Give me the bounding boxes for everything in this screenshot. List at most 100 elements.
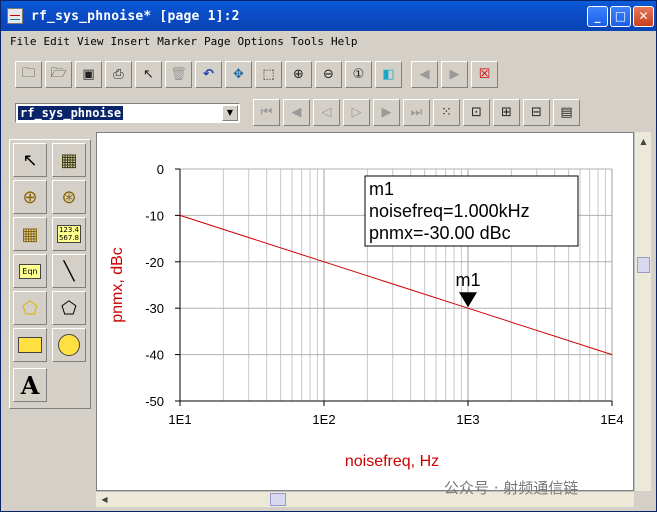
- menu-page[interactable]: Page: [204, 35, 231, 48]
- palette-polar[interactable]: ⊕: [13, 180, 47, 214]
- pointer-icon: ↖: [143, 67, 154, 82]
- palette-text[interactable]: A: [13, 368, 47, 402]
- pointer-icon: ↖: [22, 149, 38, 171]
- title-bar[interactable]: rf_sys_phnoise* [page 1]:2 _ □ ✕: [1, 1, 656, 31]
- scroll-up-icon[interactable]: ▲: [636, 134, 651, 149]
- y-tick-label: -30: [145, 301, 164, 316]
- horizontal-scroll-thumb[interactable]: [270, 493, 286, 506]
- first-icon: ⏮: [260, 105, 273, 120]
- zoom-minus-button[interactable]: ⊟: [523, 99, 550, 126]
- zoom-plus-button[interactable]: ⊞: [493, 99, 520, 126]
- prev-page-button[interactable]: ◀: [411, 61, 438, 88]
- x-tick-label: 1E2: [312, 412, 335, 427]
- menu-bar: File Edit View Insert Marker Page Option…: [1, 32, 656, 51]
- palette-ellipse[interactable]: [52, 328, 86, 362]
- scatter-button[interactable]: ⁙: [433, 99, 460, 126]
- zoom-1-button[interactable]: ①: [345, 61, 372, 88]
- minimize-button[interactable]: _: [587, 6, 608, 27]
- menu-edit[interactable]: Edit: [44, 35, 71, 48]
- grid-icon: ▦: [60, 149, 78, 171]
- palette-rect-plot[interactable]: ▦: [52, 143, 86, 177]
- palette-list[interactable]: ▦: [13, 217, 47, 251]
- menu-marker[interactable]: Marker: [157, 35, 197, 48]
- palette-smith[interactable]: ⊛: [52, 180, 86, 214]
- rectangle-icon: [18, 337, 42, 353]
- palette-rectangle[interactable]: [13, 328, 47, 362]
- new-file-button[interactable]: 🗀: [15, 61, 42, 88]
- text-icon: A: [20, 370, 40, 400]
- palette-line[interactable]: ╲: [52, 254, 86, 288]
- x-axis-title: noisefreq, Hz: [345, 453, 439, 470]
- scatter-icon: ⁙: [441, 105, 452, 120]
- palette-table[interactable]: 123.4 567.8: [52, 217, 86, 251]
- next-page-button[interactable]: ▶: [441, 61, 468, 88]
- left-arrow-icon: ◀: [419, 67, 430, 82]
- step-forward-button[interactable]: ▷: [343, 99, 370, 126]
- maximize-button[interactable]: □: [610, 6, 631, 27]
- menu-file[interactable]: File: [10, 35, 37, 48]
- zoom-1-icon: ①: [352, 67, 365, 82]
- zoom-box-icon: ⊡: [471, 105, 482, 120]
- polyline-icon: ⬠: [22, 297, 38, 319]
- marker-readout-line-2: noisefreq=1.000kHz: [369, 201, 530, 221]
- chevron-down-icon[interactable]: ▼: [222, 105, 238, 121]
- menu-tools[interactable]: Tools: [291, 35, 324, 48]
- step-forward-icon: ▷: [351, 105, 362, 120]
- folder-icon: 🗀: [21, 65, 35, 81]
- plot-canvas[interactable]: 0 -10 -20 -30 -40 -50 1E1 1E2 1E3 1E4 m1 noisefre…: [96, 132, 634, 491]
- zoom-in-icon: ⊕: [293, 67, 304, 82]
- palette-polyline[interactable]: ⬠: [13, 291, 47, 325]
- window-button[interactable]: ◧: [375, 61, 402, 88]
- move-icon: ✥: [233, 67, 244, 82]
- print-button[interactable]: ⎙: [105, 61, 132, 88]
- stop-button[interactable]: ☒: [471, 61, 498, 88]
- next-marker-button[interactable]: ▶: [373, 99, 400, 126]
- list-icon: ▦: [21, 223, 39, 245]
- phase-noise-plot[interactable]: 0 -10 -20 -30 -40 -50 1E1 1E2 1E3 1E4 m1 noisefre…: [97, 133, 635, 492]
- menu-insert[interactable]: Insert: [111, 35, 151, 48]
- palette-polygon[interactable]: ⬠: [52, 291, 86, 325]
- menu-options[interactable]: Options: [238, 35, 284, 48]
- line-icon: ╲: [63, 260, 75, 282]
- delete-button[interactable]: 🗑: [165, 61, 192, 88]
- vertical-scroll-thumb[interactable]: [637, 257, 650, 273]
- menu-help[interactable]: Help: [331, 35, 358, 48]
- palette-select[interactable]: ↖: [13, 143, 47, 177]
- move-button[interactable]: ✥: [225, 61, 252, 88]
- zoom-box-button[interactable]: ⊡: [463, 99, 490, 126]
- y-tick-label: -40: [145, 348, 164, 363]
- y-tick-label: -50: [145, 394, 164, 409]
- undo-button[interactable]: ↶: [195, 61, 222, 88]
- y-tick-label: -10: [145, 208, 164, 223]
- zoom-plus-icon: ⊞: [501, 105, 512, 120]
- scroll-left-icon[interactable]: ◀: [97, 492, 112, 507]
- select-button[interactable]: ↖: [135, 61, 162, 88]
- undo-icon: ↶: [203, 67, 214, 82]
- x-tick-label: 1E4: [600, 412, 623, 427]
- equation-icon: Eqn: [19, 263, 41, 279]
- save-button[interactable]: ▣: [75, 61, 102, 88]
- smith-icon: ⊛: [61, 186, 77, 208]
- last-marker-button[interactable]: ⏭: [403, 99, 430, 126]
- vertical-scrollbar[interactable]: ▲: [634, 132, 651, 491]
- first-marker-button[interactable]: ⏮: [253, 99, 280, 126]
- close-button[interactable]: ✕: [633, 6, 654, 27]
- menu-view[interactable]: View: [77, 35, 104, 48]
- marker-toolbar: ⏮ ◀ ◁ ▷ ▶ ⏭ ⁙ ⊡ ⊞ ⊟ ▤: [253, 99, 583, 126]
- tool-palette: ↖ ▦ ⊕ ⊛ ▦ 123.4 567.8 Eqn ╲ ⬠ ⬠ A: [9, 139, 91, 409]
- prev-icon: ◀: [291, 105, 302, 120]
- zoom-in-button[interactable]: ⊕: [285, 61, 312, 88]
- zoom-out-button[interactable]: ⊖: [315, 61, 342, 88]
- zoom-minus-icon: ⊟: [531, 105, 542, 120]
- step-back-button[interactable]: ◁: [313, 99, 340, 126]
- y-axis-title: pnmx, dBc: [109, 247, 126, 323]
- zoom-out-icon: ⊖: [323, 67, 334, 82]
- trash-icon: 🗑: [170, 67, 187, 82]
- zoom-area-button[interactable]: ⬚: [255, 61, 282, 88]
- open-file-button[interactable]: 🗁: [45, 61, 72, 88]
- dataset-select[interactable]: rf_sys_phnoise ▼: [15, 103, 240, 123]
- prev-marker-button[interactable]: ◀: [283, 99, 310, 126]
- palette-equation[interactable]: Eqn: [13, 254, 47, 288]
- right-arrow-icon: ▶: [449, 67, 460, 82]
- save-plot-button[interactable]: ▤: [553, 99, 580, 126]
